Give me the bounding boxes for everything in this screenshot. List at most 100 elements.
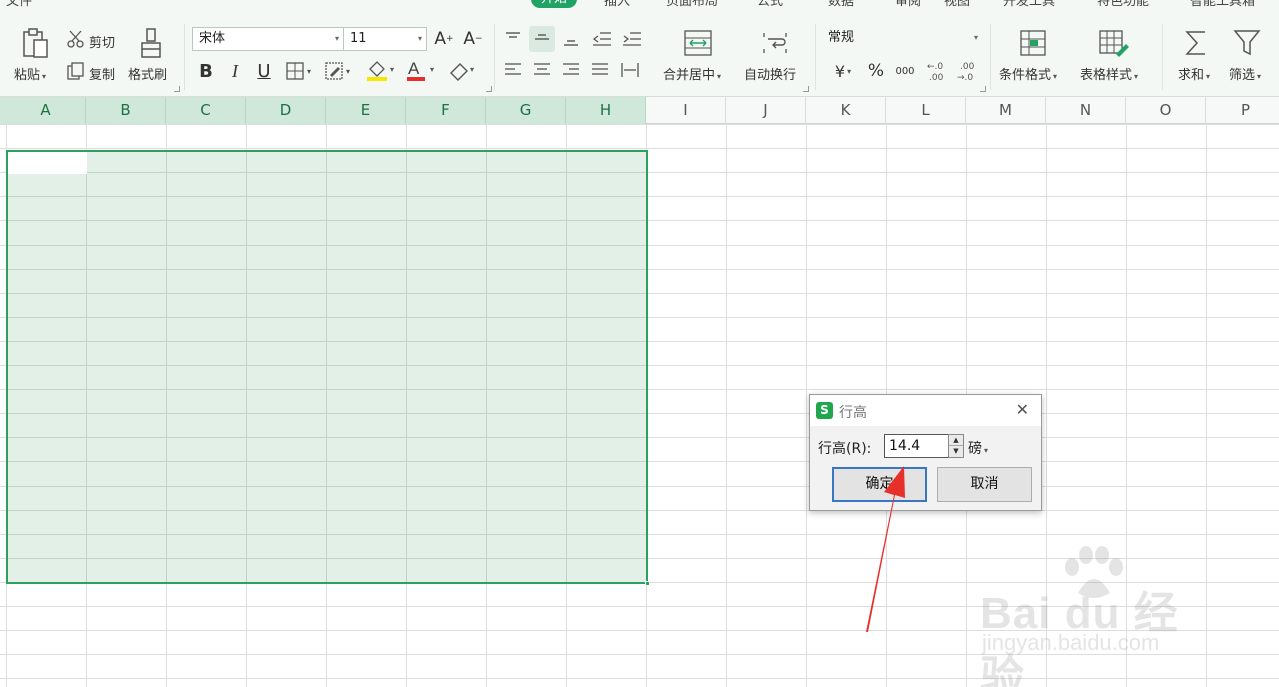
scissors-icon[interactable] [66, 29, 86, 49]
column-header-i[interactable]: I [646, 97, 726, 124]
bold-icon[interactable]: B [196, 60, 216, 82]
decrease-indent-icon[interactable] [590, 29, 614, 49]
column-header-g[interactable]: G [486, 97, 566, 124]
close-icon[interactable]: ✕ [1016, 401, 1029, 419]
justify-icon[interactable] [589, 60, 611, 80]
tab-smart-toolbox[interactable]: 智能工具箱 [1190, 0, 1255, 9]
active-cell[interactable] [8, 152, 87, 174]
column-header-k[interactable]: K [806, 97, 886, 124]
tab-formulas[interactable]: 公式 [757, 0, 783, 9]
italic-icon[interactable]: I [225, 60, 245, 82]
thousands-separator-icon[interactable]: 000 [893, 60, 917, 82]
spin-up-icon[interactable]: ▲ [949, 435, 963, 446]
cell-shading-icon[interactable]: ▾ [324, 60, 356, 82]
percent-icon[interactable]: % [866, 60, 886, 82]
number-launcher[interactable] [980, 86, 986, 92]
dialog-titlebar[interactable]: S 行高 ✕ [810, 395, 1041, 426]
tab-review[interactable]: 审阅 [895, 0, 921, 9]
table-style-icon[interactable] [1097, 28, 1131, 58]
row-height-label: 行高(R): [818, 441, 872, 457]
copy-button[interactable]: 复制 [89, 64, 115, 83]
column-header-p[interactable]: P [1206, 97, 1279, 124]
column-header-b[interactable]: B [86, 97, 166, 124]
conditional-format-button[interactable]: 条件格式 ▾ [999, 64, 1057, 83]
ok-button[interactable]: 确定 [832, 467, 927, 502]
cancel-button[interactable]: 取消 [937, 467, 1032, 502]
tab-insert[interactable]: 插入 [604, 0, 630, 9]
row-height-input[interactable]: 14.4 [884, 434, 950, 458]
column-header-o[interactable]: O [1126, 97, 1206, 124]
alignment-launcher[interactable] [803, 86, 809, 92]
svg-text:▾: ▾ [346, 67, 350, 76]
distribute-icon[interactable] [619, 60, 641, 80]
spin-down-icon[interactable]: ▼ [949, 446, 963, 457]
clipboard-launcher[interactable] [174, 86, 180, 92]
decrease-font-icon[interactable]: A − [462, 28, 484, 50]
eraser-icon[interactable]: ▾ [447, 58, 481, 82]
font-size-select[interactable]: 11 ▾ [343, 27, 427, 51]
table-style-button[interactable]: 表格样式 ▾ [1080, 64, 1138, 83]
tab-file[interactable]: 文件 [6, 0, 32, 9]
svg-text:←.0: ←.0 [927, 62, 943, 72]
underline-icon[interactable]: U [254, 60, 274, 82]
paste-icon[interactable] [18, 26, 52, 60]
copy-icon[interactable] [66, 61, 86, 81]
sum-icon[interactable] [1181, 27, 1211, 59]
tab-data[interactable]: 数据 [828, 0, 854, 9]
tab-developer[interactable]: 开发工具 [1003, 0, 1055, 9]
align-top-icon[interactable] [502, 29, 524, 49]
column-header-f[interactable]: F [406, 97, 486, 124]
merge-center-icon[interactable] [683, 28, 713, 58]
fill-color-icon[interactable]: ▾ [365, 58, 401, 82]
decrease-decimal-icon[interactable]: .00 →.0 [955, 58, 979, 84]
wrap-text-icon[interactable] [760, 28, 790, 58]
select-all-corner[interactable] [0, 97, 6, 124]
column-header-d[interactable]: D [246, 97, 326, 124]
svg-text:▾: ▾ [390, 65, 394, 74]
align-left-icon[interactable] [502, 60, 524, 80]
svg-text:.00: .00 [960, 62, 975, 72]
fill-handle[interactable] [645, 581, 650, 586]
row-height-spinner[interactable]: ▲ ▼ [948, 434, 964, 458]
align-center-icon[interactable] [531, 60, 553, 80]
tab-page-layout[interactable]: 页面布局 [666, 0, 718, 9]
font-name-select[interactable]: 宋体 ▾ [192, 27, 344, 51]
column-header-h[interactable]: H [566, 97, 646, 124]
increase-indent-icon[interactable] [620, 29, 644, 49]
selected-range[interactable] [6, 150, 648, 584]
cut-button[interactable]: 剪切 [89, 32, 115, 51]
column-header-l[interactable]: L [886, 97, 966, 124]
unit-select[interactable]: 磅 ▾ [968, 438, 988, 458]
align-right-icon[interactable] [560, 60, 582, 80]
filter-button[interactable]: 筛选 ▾ [1229, 64, 1261, 83]
column-header-a[interactable]: A [6, 97, 86, 124]
column-header-n[interactable]: N [1046, 97, 1126, 124]
column-header-e[interactable]: E [326, 97, 406, 124]
borders-icon[interactable]: ▾ [285, 60, 317, 82]
sum-button[interactable]: 求和 ▾ [1178, 64, 1210, 83]
tab-home[interactable]: 开始 [531, 0, 578, 8]
increase-decimal-icon[interactable]: ←.0.00 [925, 58, 949, 84]
increase-font-icon[interactable]: A + [433, 28, 455, 50]
number-format-select[interactable]: 常规 ▾ [822, 27, 982, 51]
align-bottom-icon[interactable] [560, 29, 582, 49]
currency-icon[interactable]: ¥ ▾ [827, 60, 859, 82]
font-launcher[interactable] [486, 86, 492, 92]
format-painter-button[interactable]: 格式刷 [128, 64, 167, 83]
wrap-text-button[interactable]: 自动换行 [744, 64, 796, 83]
column-header-m[interactable]: M [966, 97, 1046, 124]
tab-features[interactable]: 特色功能 [1097, 0, 1149, 9]
align-middle-icon[interactable] [529, 26, 555, 52]
paste-button[interactable]: 粘贴 ▾ [14, 64, 46, 83]
conditional-format-icon[interactable] [1018, 28, 1048, 58]
column-header-c[interactable]: C [166, 97, 246, 124]
format-painter-icon[interactable] [136, 26, 166, 60]
merge-center-button[interactable]: 合并居中 ▾ [663, 64, 721, 83]
dialog-title: 行高 [839, 405, 867, 421]
filter-icon[interactable] [1232, 27, 1262, 59]
column-header-j[interactable]: J [726, 97, 806, 124]
tab-view[interactable]: 视图 [944, 0, 970, 9]
font-color-icon[interactable]: A ▾ [405, 58, 441, 82]
ribbon: 文件 开始 插入 页面布局 公式 数据 审阅 视图 开发工具 特色功能 智能工具… [0, 0, 1279, 97]
group-divider [494, 24, 495, 90]
